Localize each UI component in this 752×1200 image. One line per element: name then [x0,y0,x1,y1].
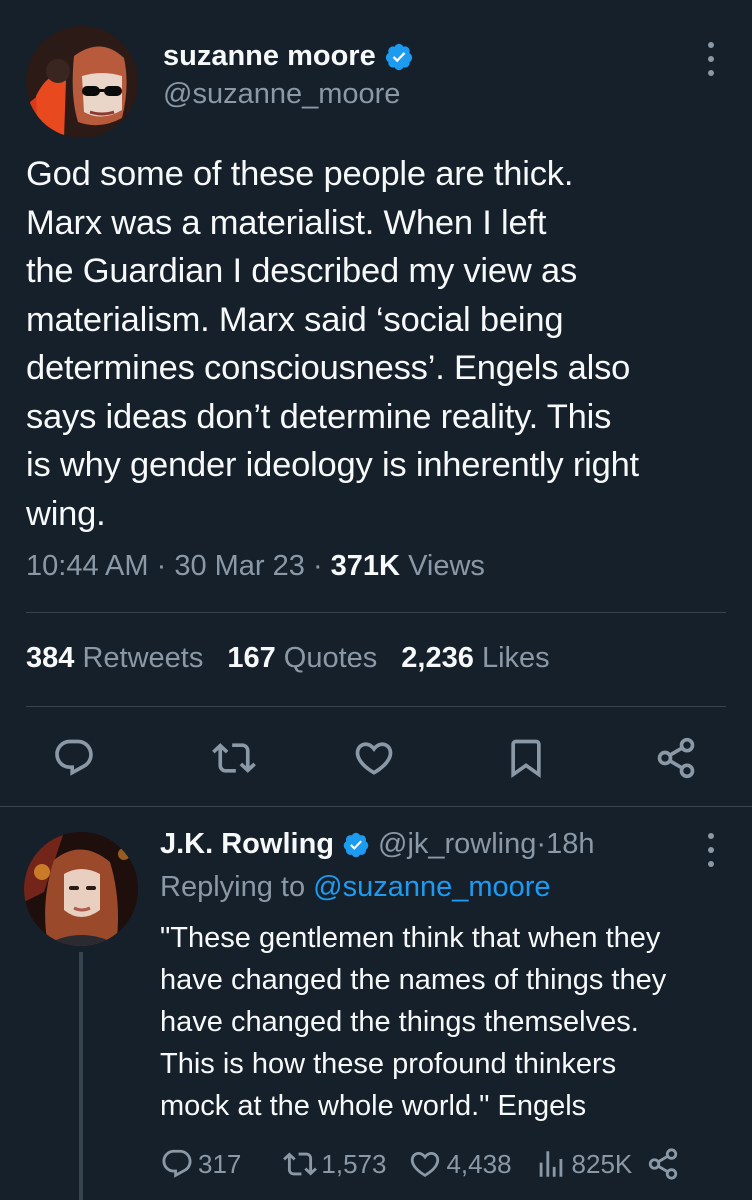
reply-button[interactable] [50,734,98,782]
reply-action-bar: 317 1,573 4,438 825K [160,1147,680,1181]
retweet-icon [212,743,256,773]
main-tweet: suzanne moore @suzanne_moore God some of… [0,0,752,807]
bookmark-button[interactable] [502,734,550,782]
suzanne-moore-avatar[interactable] [26,26,138,138]
more-options-icon[interactable] [700,42,722,76]
share-icon [657,737,695,779]
reply-replies-count: 317 [198,1148,242,1179]
replying-prefix: Replying to [160,871,306,903]
tweet-date[interactable]: 30 Mar 23 [174,550,305,582]
divider [26,612,726,613]
bookmark-icon [511,739,541,779]
reply-retweets-count: 1,573 [321,1148,387,1179]
replying-to-link[interactable]: @suzanne_moore [313,871,550,903]
replying-to: Replying to @suzanne_moore [160,871,551,904]
share-icon [649,1148,678,1180]
reply-author-name[interactable]: J.K. Rowling [160,828,334,861]
quotes-count: 167 [227,642,276,674]
reply-icon [55,739,93,776]
reply-time-ago[interactable]: 18h [546,828,594,861]
views-label: Views [408,550,485,582]
tweet-meta: 10:44 AM · 30 Mar 23 · 371K Views [26,550,485,583]
views-count: 371K [330,550,400,582]
author-display-name[interactable]: suzanne moore [163,40,376,73]
reply-author-handle[interactable]: @jk_rowling [378,828,536,861]
verified-badge-icon [343,832,369,857]
divider [26,706,726,707]
reply-header: J.K. Rowling @jk_rowling · 18h [160,828,594,861]
thread-line [79,952,83,1200]
tweet-time[interactable]: 10:44 AM [26,550,149,582]
reply-tweet: J.K. Rowling @jk_rowling · 18h Replying … [0,807,752,1200]
reply-text: "These gentlemen think that when they ha… [160,922,667,1122]
author-name-row: suzanne moore [163,40,414,73]
reply-retweet-button[interactable]: 1,573 [283,1147,386,1181]
reply-icon [162,1149,192,1178]
tweet-text: God some of these people are thick. Marx… [26,155,639,533]
like-icon [411,1151,440,1177]
like-button[interactable] [350,734,398,782]
quotes-stat[interactable]: 167 Quotes [227,642,377,674]
retweets-stat[interactable]: 384 Retweets [26,642,203,674]
likes-count: 2,236 [401,642,474,674]
author-handle[interactable]: @suzanne_moore [163,78,400,111]
reply-views-button[interactable]: 825K [534,1147,633,1181]
views-icon [539,1151,562,1177]
share-button[interactable] [652,734,700,782]
reply-reply-button[interactable]: 317 [160,1147,241,1181]
more-options-icon[interactable] [700,833,722,867]
meta-separator: · [536,828,547,860]
retweet-button[interactable] [210,734,258,782]
verified-badge-icon [385,43,412,70]
retweets-label: Retweets [82,642,204,674]
likes-stat[interactable]: 2,236 Likes [401,642,549,674]
jk-rowling-avatar[interactable] [24,832,138,946]
reply-like-button[interactable]: 4,438 [408,1147,512,1181]
like-icon [355,742,393,775]
quotes-label: Quotes [283,642,378,674]
likes-label: Likes [481,642,550,674]
meta-separator: · [312,550,331,582]
reply-share-button[interactable] [646,1147,680,1181]
retweets-count: 384 [26,642,75,674]
meta-separator: · [156,550,175,582]
engagement-stats: 384 Retweets 167 Quotes 2,236 Likes [26,642,550,675]
reply-likes-count: 4,438 [446,1148,512,1179]
retweet-icon [283,1152,318,1176]
reply-views-count: 825K [571,1148,633,1179]
